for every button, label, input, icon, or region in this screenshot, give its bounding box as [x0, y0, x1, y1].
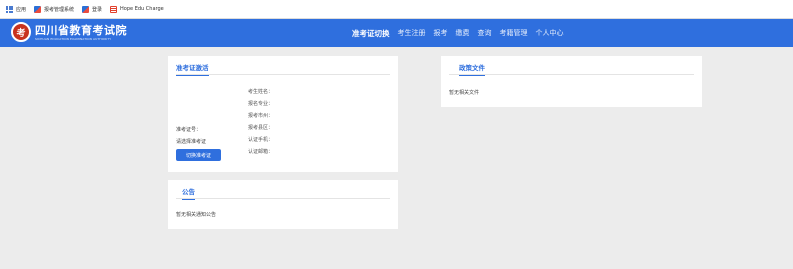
notice-empty-text: 暂无相关通知公告	[176, 212, 217, 218]
favicon-red-icon	[110, 5, 118, 13]
logo-emblem-icon: 考	[11, 22, 31, 42]
nav-item-payment[interactable]: 缴费	[456, 28, 470, 38]
nav-item-personal-center[interactable]: 个人中心	[536, 28, 564, 38]
candidate-info: 考生姓名： 报名专业： 报考市州： 报考县区： 认证手机： 认证邮箱：	[248, 86, 273, 158]
admission-ticket-card: 准考证激活 准考证号： 请选择准考证 切换准考证 考生姓名： 报名专业： 报考市…	[168, 56, 398, 172]
bookmark-exam-system[interactable]: 报考管理系统	[34, 5, 75, 13]
favicon-icon	[34, 5, 42, 13]
nav-item-records[interactable]: 考籍管理	[500, 28, 528, 38]
info-city: 报考市州：	[248, 113, 274, 119]
logo-subtitle: SICHUAN EDUCATION EXAMINATION AUTHORITY	[35, 36, 112, 41]
bookmark-label: 登录	[92, 6, 103, 13]
bookmark-label: 应用	[16, 6, 27, 13]
site-logo[interactable]: 考 四川省教育考试院 SICHUAN EDUCATION EXAMINATION…	[11, 22, 127, 42]
policy-empty-text: 暂无相关文件	[449, 90, 480, 96]
switch-ticket-button[interactable]: 切换准考证	[176, 149, 221, 161]
logo-title: 四川省教育考试院	[35, 23, 127, 37]
bookmark-label: Hope Edu Charge	[120, 6, 164, 12]
policy-card-title[interactable]: 政策文件	[459, 62, 485, 76]
main-nav: 准考证切换 考生注册 报考 缴费 查询 考籍管理 个人中心	[352, 19, 564, 47]
nav-item-query[interactable]: 查询	[478, 28, 492, 38]
bookmark-label: 报考管理系统	[44, 6, 75, 13]
bookmark-hope-edu[interactable]: Hope Edu Charge	[110, 5, 164, 13]
info-email: 认证邮箱：	[248, 149, 274, 155]
bookmark-login[interactable]: 登录	[82, 5, 103, 13]
bookmarks-bar: 应用 报考管理系统 登录 Hope Edu Charge	[0, 0, 793, 19]
nav-item-apply[interactable]: 报考	[434, 28, 448, 38]
info-name: 考生姓名：	[248, 89, 274, 95]
notice-card: 公告 暂无相关通知公告	[168, 180, 398, 229]
info-county: 报考县区：	[248, 125, 274, 131]
info-phone: 认证手机：	[248, 137, 274, 143]
ticket-number-label: 准考证号：	[176, 127, 202, 133]
notice-card-title[interactable]: 公告	[182, 186, 195, 200]
nav-item-switch-ticket[interactable]: 准考证切换	[352, 28, 390, 39]
nav-item-register[interactable]: 考生注册	[398, 28, 426, 38]
policy-documents-card: 政策文件 暂无相关文件	[441, 56, 702, 107]
favicon-icon	[82, 5, 90, 13]
select-ticket-label[interactable]: 请选择准考证	[176, 138, 206, 145]
bookmark-apps[interactable]: 应用	[6, 5, 27, 13]
admission-card-title: 准考证激活	[176, 62, 209, 76]
info-major: 报名专业：	[248, 101, 274, 107]
apps-grid-icon	[6, 5, 13, 13]
top-navigation: 考 四川省教育考试院 SICHUAN EDUCATION EXAMINATION…	[0, 19, 793, 47]
